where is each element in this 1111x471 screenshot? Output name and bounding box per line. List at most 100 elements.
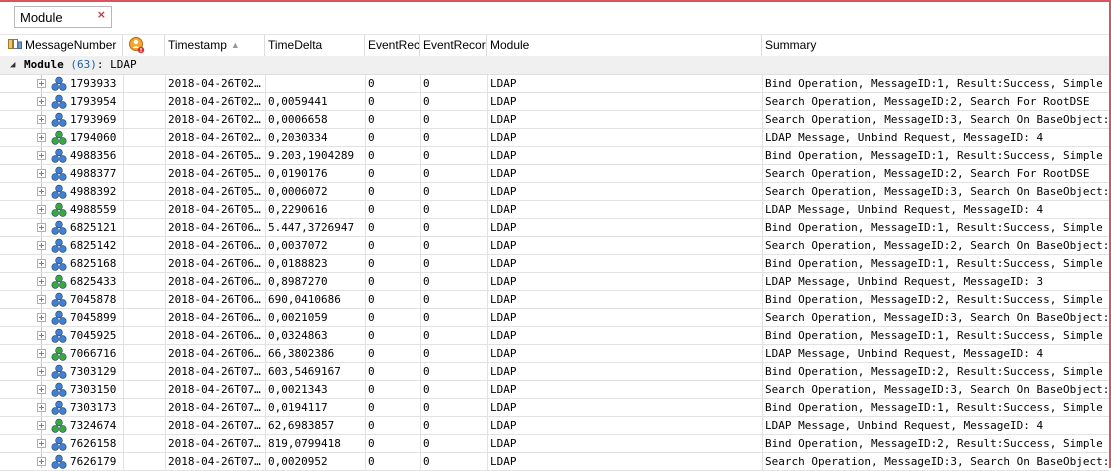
- cell-timestamp: 2018-04-26T02…: [168, 131, 261, 144]
- column-header-timedelta[interactable]: TimeDelta: [265, 35, 365, 56]
- group-by-chip-module[interactable]: Module ×: [14, 6, 112, 28]
- table-row[interactable]: 7045925 2018-04-26T06… 0,0324863 0 0 LDAP Bind…: [0, 327, 1109, 345]
- group-count: (63): [70, 58, 97, 71]
- cell-message-number: 6825168: [70, 257, 117, 270]
- cell-eventrecord-1: 0: [368, 203, 375, 216]
- cell-eventrecord-1: 0: [368, 77, 375, 90]
- expand-row-icon[interactable]: [37, 205, 46, 214]
- cell-timedelta: 0,0021343: [268, 383, 328, 396]
- table-row[interactable]: 7626158 2018-04-26T07… 819,0799418 0 0 LDAP Bi…: [0, 435, 1109, 453]
- cell-message-number: 7626158: [70, 437, 117, 450]
- cell-eventrecord-1: 0: [368, 437, 375, 450]
- table-row[interactable]: 7626179 2018-04-26T07… 0,0020952 0 0 LDAP Sear…: [0, 453, 1109, 471]
- expand-row-icon[interactable]: [37, 313, 46, 322]
- column-header-messagenumber[interactable]: MessageNumber: [0, 35, 123, 56]
- remove-group-icon[interactable]: ×: [97, 8, 106, 21]
- cell-eventrecord-1: 0: [368, 419, 375, 432]
- expand-row-icon[interactable]: [37, 97, 46, 106]
- cell-summary: Bind Operation, MessageID:1, Result:Succ…: [765, 221, 1103, 234]
- cell-message-number: 4988377: [70, 167, 117, 180]
- expand-row-icon[interactable]: [37, 403, 46, 412]
- table-row[interactable]: 6825142 2018-04-26T06… 0,0037072 0 0 LDAP Sear…: [0, 237, 1109, 255]
- expand-row-icon[interactable]: [37, 187, 46, 196]
- expand-row-icon[interactable]: [37, 349, 46, 358]
- table-row[interactable]: 4988356 2018-04-26T05… 9.203,1904289 0 0 LDAP…: [0, 147, 1109, 165]
- message-request-icon: [51, 220, 67, 235]
- table-row[interactable]: 1793954 2018-04-26T02… 0,0059441 0 0 LDAP Sear…: [0, 93, 1109, 111]
- table-row[interactable]: 4988559 2018-04-26T05… 0,2290616 0 0 LDAP LDAP…: [0, 201, 1109, 219]
- table-row[interactable]: 7303150 2018-04-26T07… 0,0021343 0 0 LDAP Sear…: [0, 381, 1109, 399]
- expand-row-icon[interactable]: [37, 259, 46, 268]
- cell-module: LDAP: [490, 77, 517, 90]
- expand-row-icon[interactable]: [37, 115, 46, 124]
- cell-module: LDAP: [490, 167, 517, 180]
- group-row-label: Module (63): LDAP: [24, 58, 137, 71]
- column-header-label: Timestamp: [168, 38, 227, 52]
- cell-eventrecord-1: 0: [368, 293, 375, 306]
- cell-eventrecord-1: 0: [368, 167, 375, 180]
- table-row[interactable]: 7045878 2018-04-26T06… 690,0410686 0 0 LDAP Bi…: [0, 291, 1109, 309]
- table-row[interactable]: 7324674 2018-04-26T07… 62,6983857 0 0 LDAP LDA…: [0, 417, 1109, 435]
- group-field-name: Module: [24, 58, 64, 71]
- message-response-icon: [51, 202, 67, 217]
- cell-summary: Search Operation, MessageID:3, Search On…: [765, 113, 1109, 126]
- cell-timestamp: 2018-04-26T07…: [168, 437, 261, 450]
- expand-row-icon[interactable]: [37, 439, 46, 448]
- message-request-icon: [51, 76, 67, 91]
- cell-summary: Bind Operation, MessageID:1, Result:Succ…: [765, 149, 1103, 162]
- sort-ascending-icon: ▲: [230, 40, 240, 50]
- expand-row-icon[interactable]: [37, 457, 46, 466]
- expand-row-icon[interactable]: [37, 169, 46, 178]
- expand-row-icon[interactable]: [37, 151, 46, 160]
- cell-message-number: 7303150: [70, 383, 117, 396]
- column-header-flag[interactable]: [123, 35, 165, 56]
- table-row[interactable]: 7066716 2018-04-26T06… 66,3802386 0 0 LDAP LDA…: [0, 345, 1109, 363]
- cell-eventrecord-2: 0: [423, 221, 430, 234]
- expand-row-icon[interactable]: [37, 295, 46, 304]
- table-row[interactable]: 1793969 2018-04-26T02… 0,0006658 0 0 LDAP Sear…: [0, 111, 1109, 129]
- table-row[interactable]: 1793933 2018-04-26T02… 0 0 LDAP Bind Operatio…: [0, 75, 1109, 93]
- expand-row-icon[interactable]: [37, 421, 46, 430]
- expand-row-icon[interactable]: [37, 331, 46, 340]
- cell-eventrecord-1: 0: [368, 113, 375, 126]
- table-row[interactable]: 6825121 2018-04-26T06… 5.447,3726947 0 0 LDAP…: [0, 219, 1109, 237]
- group-value: LDAP: [110, 58, 137, 71]
- expand-row-icon[interactable]: [37, 223, 46, 232]
- cell-summary: LDAP Message, Unbind Request, MessageID:…: [765, 203, 1044, 216]
- table-row[interactable]: 7303129 2018-04-26T07… 603,5469167 0 0 LDAP Bi…: [0, 363, 1109, 381]
- cell-message-number: 7303173: [70, 401, 117, 414]
- column-header-module[interactable]: Module: [487, 35, 762, 56]
- cell-message-number: 7045925: [70, 329, 117, 342]
- expand-row-icon[interactable]: [37, 133, 46, 142]
- cell-eventrecord-1: 0: [368, 383, 375, 396]
- message-response-icon: [51, 130, 67, 145]
- expand-row-icon[interactable]: [37, 241, 46, 250]
- cell-eventrecord-2: 0: [423, 347, 430, 360]
- cell-timedelta: 0,2030334: [268, 131, 328, 144]
- column-header-summary[interactable]: Summary: [762, 35, 1109, 56]
- message-request-icon: [51, 328, 67, 343]
- group-row-module-ldap[interactable]: ◢ Module (63): LDAP: [0, 56, 1109, 75]
- table-row[interactable]: 7045899 2018-04-26T06… 0,0021059 0 0 LDAP Sear…: [0, 309, 1109, 327]
- expand-row-icon[interactable]: [37, 367, 46, 376]
- cell-module: LDAP: [490, 383, 517, 396]
- cell-eventrecord-2: 0: [423, 113, 430, 126]
- column-header-timestamp[interactable]: Timestamp ▲: [165, 35, 265, 56]
- table-row[interactable]: 1794060 2018-04-26T02… 0,2030334 0 0 LDAP LDAP…: [0, 129, 1109, 147]
- table-row[interactable]: 6825433 2018-04-26T06… 0,8987270 0 0 LDAP LDAP…: [0, 273, 1109, 291]
- expand-row-icon[interactable]: [37, 79, 46, 88]
- cell-eventrecord-2: 0: [423, 257, 430, 270]
- table-row[interactable]: 6825168 2018-04-26T06… 0,0188823 0 0 LDAP Bind…: [0, 255, 1109, 273]
- cell-message-number: 7324674: [70, 419, 117, 432]
- cell-eventrecord-1: 0: [368, 365, 375, 378]
- expand-row-icon[interactable]: [37, 277, 46, 286]
- table-row[interactable]: 7303173 2018-04-26T07… 0,0194117 0 0 LDAP Bind…: [0, 399, 1109, 417]
- columns-icon[interactable]: [8, 38, 22, 50]
- table-row[interactable]: 4988392 2018-04-26T05… 0,0006072 0 0 LDAP Sear…: [0, 183, 1109, 201]
- column-header-eventrecord-2[interactable]: EventRecor: [420, 35, 487, 56]
- collapse-group-icon[interactable]: ◢: [10, 56, 15, 74]
- table-row[interactable]: 4988377 2018-04-26T05… 0,0190176 0 0 LDAP Sear…: [0, 165, 1109, 183]
- cell-message-number: 6825142: [70, 239, 117, 252]
- expand-row-icon[interactable]: [37, 385, 46, 394]
- column-header-eventrecord-1[interactable]: EventReco: [365, 35, 420, 56]
